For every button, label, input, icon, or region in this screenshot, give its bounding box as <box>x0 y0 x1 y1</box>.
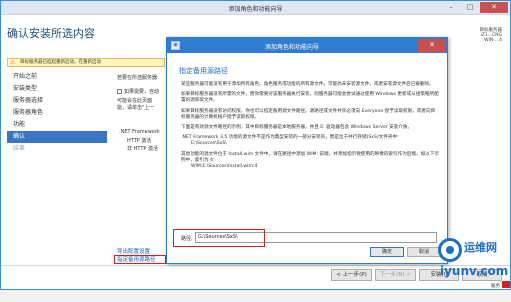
previous-button[interactable]: < 上一步(P) <box>331 269 372 281</box>
feature-net-framework: .NET Framework <box>119 129 160 135</box>
paragraph-install-wim: 其他功能的源文件位于 Install.wim 文件中。请在路径中添加 WIM: … <box>181 151 439 170</box>
watermark-en: iyunv.com <box>440 264 509 278</box>
paragraph-net-framework: .NET Framework 3.5 功能的源文件不是作为典型安装的一部分安装的… <box>181 135 399 147</box>
warning-icon: ⚠ <box>10 59 16 66</box>
close-button[interactable]: ✕ <box>480 2 508 13</box>
maximize-button[interactable]: □ <box>461 2 479 13</box>
wizard-nav: 开始之前 安装类型 服务器选择 服务器角色 功能 确认 结果 <box>7 71 107 155</box>
dialog-title: 添加角色和功能向导 <box>264 44 319 51</box>
feature-non-http-activation: 非 HTTP 激活 <box>127 146 158 152</box>
restart-checkbox[interactable] <box>117 89 122 94</box>
alt-source-link-highlight <box>114 255 166 264</box>
taskbar-label: 服务 <box>491 284 500 289</box>
restart-warning-bar: ⚠ 目标服务器已挂起重新启动。在重新启动 <box>7 58 165 67</box>
window-controls: – □ ✕ <box>442 2 508 13</box>
nav-item-installation-type[interactable]: 安装类型 <box>7 83 107 95</box>
watermark-cn: 运维网 <box>464 241 497 254</box>
restart-checkbox-row[interactable]: 如果需要，自动 <box>117 88 159 95</box>
info-text-2: 能，请单击"上一 <box>117 105 155 111</box>
dialog-titlebar: ▣ 添加角色和功能向导 ✕ <box>167 38 447 53</box>
path-input-highlight <box>173 229 265 247</box>
path-input-extension[interactable] <box>265 232 437 243</box>
paragraph-access-rights: 如果目标服务器没有访问权限，你也可以指定备用源文件路径。源路径或文件共享必须向 … <box>181 108 436 120</box>
paragraph-windows-update: 如果目标服务器没有所需的文件，而你需要对该服务器执行安装，则服务器可能会尝试通过… <box>181 92 439 104</box>
ok-button[interactable]: 确定 <box>370 247 404 257</box>
screenshot: 添加角色和功能向导 – □ ✕ 确认安装所选内容 目标服务器 iZ1...CNG… <box>0 0 511 302</box>
wizard-titlebar: 添加角色和功能向导 – □ ✕ <box>1 1 510 15</box>
feature-http-activation: HTTP 激活 <box>127 138 152 144</box>
watermark-circle-icon <box>438 238 462 262</box>
next-button[interactable]: 下一步(N) > <box>374 269 416 281</box>
paragraph-source-files: 某些服务器可能没有用于添加所有角色、角色服务或功能的所有源文件。可能尚未安装源文… <box>181 82 434 87</box>
nav-item-confirmation[interactable]: 确认 <box>7 131 107 143</box>
intro-text: 若要在所选服务器 <box>117 75 158 81</box>
example-wim-path: WIM:E:\Sources\Install.wim:4 <box>191 164 258 170</box>
dialog-close-button[interactable]: ✕ <box>418 39 446 52</box>
dialog-heading: 指定备用源路径 <box>179 67 228 75</box>
example-sxs-path: E:\Sources\SxS\ <box>191 141 227 147</box>
info-text-1: 可能会在此页面 <box>117 98 153 104</box>
taskbar-flag-icon <box>502 281 510 288</box>
nav-item-features[interactable]: 功能 <box>7 119 107 131</box>
nav-item-server-roles[interactable]: 服务器角色 <box>7 107 107 119</box>
footer-divider <box>1 265 510 266</box>
paragraph-example-intro: 下面是有效源文件路径的示例，其中目标服务器是本地服务器，并且 E: 驱动器包含 … <box>181 125 413 131</box>
destination-server: 目标服务器 iZ1...CNG WIN-...4 <box>479 28 503 43</box>
dialog-cancel-button[interactable]: 取消 <box>407 247 441 257</box>
alt-source-dialog: ▣ 添加角色和功能向导 ✕ 指定备用源路径 某些服务器可能没有用于添加所有角色、… <box>166 37 448 264</box>
page-title: 确认安装所选内容 <box>7 27 95 40</box>
nav-item-results: 结果 <box>13 145 26 152</box>
nav-item-server-selection[interactable]: 服务器选择 <box>7 95 107 107</box>
wizard-title: 添加角色和功能向导 <box>228 6 283 13</box>
dialog-description: 某些服务器可能没有用于添加所有角色、角色服务或功能的所有源文件。可能尚未安装源文… <box>181 82 439 174</box>
minimize-button[interactable]: – <box>442 2 460 13</box>
nav-item-before-you-begin[interactable]: 开始之前 <box>7 71 107 83</box>
dialog-buttons: 确定 取消 <box>370 247 441 257</box>
